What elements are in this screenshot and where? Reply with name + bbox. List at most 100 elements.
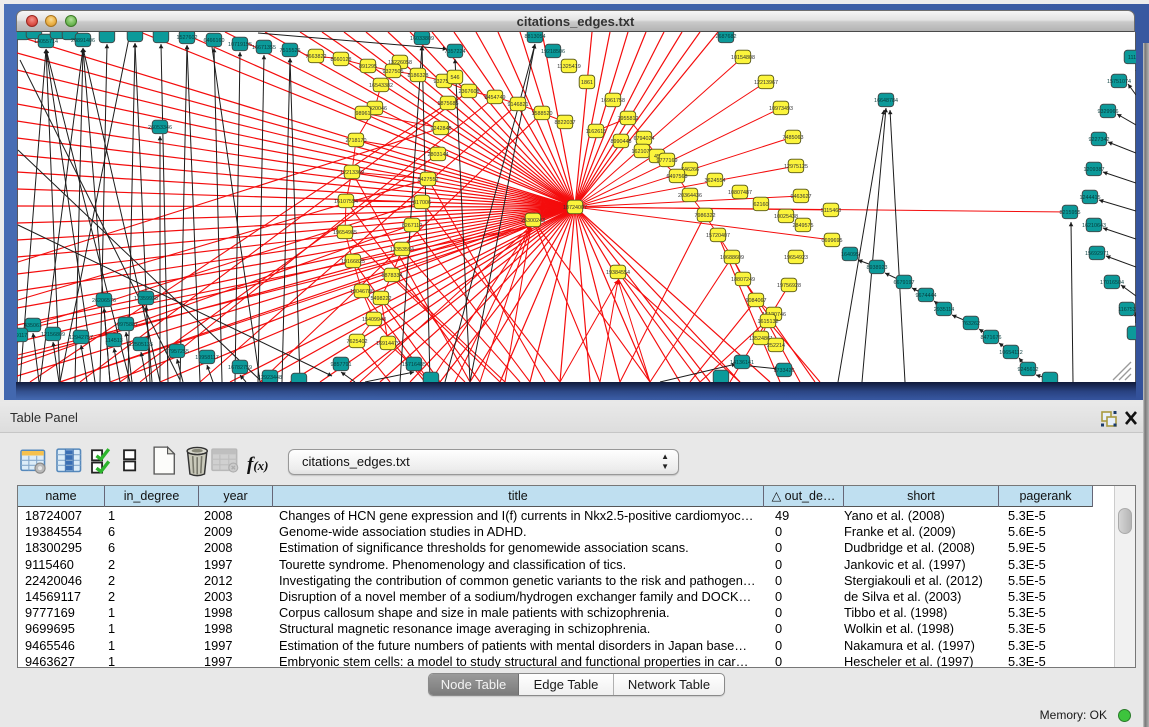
svg-text:9674444: 9674444 [916,293,937,299]
svg-text:8813054: 8813054 [525,34,546,40]
svg-text:7986322: 7986322 [695,213,716,219]
svg-text:114513: 114513 [105,338,123,344]
svg-text:546: 546 [451,75,460,81]
svg-text:19756928: 19756928 [777,283,801,289]
svg-text:10046786: 10046786 [350,289,374,295]
svg-text:1244415: 1244415 [1080,195,1101,201]
svg-text:12505135: 12505135 [129,342,153,348]
svg-text:9115460: 9115460 [821,208,842,214]
svg-text:16782759: 16782759 [228,365,252,371]
svg-text:19384554: 19384554 [606,270,630,276]
svg-text:10154808: 10154808 [731,55,755,61]
svg-text:6679197: 6679197 [894,280,915,286]
svg-text:9327505: 9327505 [383,69,404,75]
svg-text:16543382: 16543382 [369,83,393,89]
svg-text:16671355: 16671355 [252,45,276,51]
svg-text:39117: 39117 [17,333,27,339]
svg-text:7357224: 7357224 [445,49,466,55]
svg-text:25300243: 25300243 [521,218,545,224]
svg-text:16210643: 16210643 [1082,223,1106,229]
svg-text:8660128: 8660128 [331,57,352,63]
svg-text:12975125: 12975125 [784,164,808,170]
svg-text:10973493: 10973493 [769,106,793,112]
svg-text:14055714: 14055714 [34,39,58,45]
svg-text:8990448: 8990448 [611,139,632,145]
svg-text:16107554: 16107554 [334,199,358,205]
svg-text:111: 111 [1128,55,1136,61]
svg-text:9227342: 9227342 [1089,137,1110,143]
svg-text:6497568: 6497568 [667,174,688,180]
svg-text:116753: 116753 [1118,307,1136,313]
svg-text:19166825: 19166825 [341,259,365,265]
svg-text:1588520: 1588520 [532,111,553,117]
svg-text:1861: 1861 [581,80,593,86]
svg-text:15720407: 15720407 [706,233,730,239]
svg-text:8822037: 8822037 [555,120,576,126]
svg-text:2687682: 2687682 [716,34,737,40]
svg-text:19654985: 19654985 [333,230,357,236]
svg-text:6466160: 6466160 [204,38,225,44]
svg-text:8267110: 8267110 [402,223,423,229]
svg-text:9245612: 9245612 [1018,367,1039,373]
svg-text:1615132: 1615132 [758,319,779,325]
svg-text:1733426: 1733426 [774,368,795,374]
svg-text:10719155: 10719155 [228,42,252,48]
svg-text:8427552: 8427552 [418,177,439,183]
svg-text:98961: 98961 [356,111,371,117]
svg-text:2935114: 2935114 [934,307,955,313]
svg-text:14136141: 14136141 [730,360,754,366]
svg-text:10807487: 10807487 [728,190,752,196]
svg-text:6794024: 6794024 [634,136,655,142]
svg-text:2849575: 2849575 [793,223,814,229]
svg-text:16914479: 16914479 [376,341,400,347]
svg-text:10688609: 10688609 [720,255,744,261]
svg-text:0699695: 0699695 [822,238,843,244]
svg-text:12923448: 12923448 [258,375,282,381]
svg-text:8186328: 8186328 [408,73,429,79]
svg-text:10958117: 10958117 [195,355,219,361]
svg-text:7955812: 7955812 [618,116,639,122]
svg-text:252214: 252214 [767,343,785,349]
svg-text:8471676: 8471676 [981,335,1002,341]
svg-text:5498222: 5498222 [371,296,392,302]
svg-text:12156809: 12156809 [41,332,65,338]
svg-text:16961758: 16961758 [601,98,625,104]
svg-text:1162615: 1162615 [586,129,607,135]
svg-text:164095: 164095 [841,252,859,258]
svg-text:19654923: 19654923 [784,255,808,261]
svg-text:5875685: 5875685 [438,101,459,107]
svg-text:15409948: 15409948 [362,317,386,323]
svg-text:15716485: 15716485 [402,362,426,368]
svg-text:62160: 62160 [754,202,769,208]
svg-text:10025438: 10025438 [774,214,798,220]
svg-text:13353594: 13353594 [390,247,414,253]
svg-text:26206576: 26206576 [92,298,116,304]
svg-text:9857791: 9857791 [331,362,352,368]
svg-text:26053346: 26053346 [148,125,172,131]
svg-text:18807249: 18807249 [731,277,755,283]
svg-text:17016504: 17016504 [1100,280,1124,286]
svg-text:763262: 763262 [962,321,980,327]
svg-text:817006: 817006 [413,200,431,206]
svg-text:891295: 891295 [359,64,377,70]
svg-text:20891406: 20891406 [71,38,95,44]
svg-text:7663822: 7663822 [306,54,327,60]
svg-text:17359938: 17359938 [134,296,158,302]
svg-text:12942757: 12942757 [69,335,93,341]
svg-text:9242848: 9242848 [431,126,452,132]
svg-text:9329966: 9329966 [1098,109,1119,115]
svg-text:16648784: 16648784 [874,98,898,104]
svg-text:15751074: 15751074 [1107,79,1131,85]
svg-text:5878334: 5878334 [382,273,403,279]
svg-text:2718170: 2718170 [346,138,367,144]
svg-text:1527602: 1527602 [177,35,198,41]
svg-text:19218506: 19218506 [541,49,565,55]
svg-text:9146821: 9146821 [508,102,529,108]
svg-text:16033809: 16033809 [410,36,434,42]
svg-text:10654112: 10654112 [999,350,1023,356]
svg-text:7515526: 7515526 [280,48,301,54]
svg-text:18724007: 18724007 [563,205,587,211]
svg-text:9463627: 9463627 [791,194,812,200]
svg-text:10975887: 10975887 [114,322,138,328]
svg-text:9777169: 9777169 [657,158,678,164]
